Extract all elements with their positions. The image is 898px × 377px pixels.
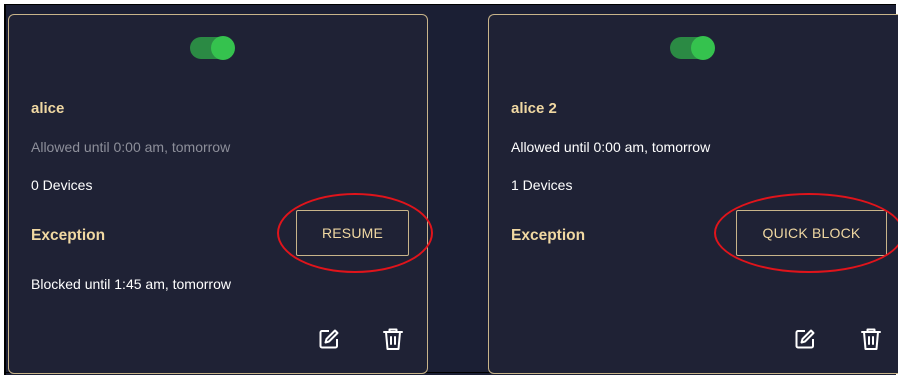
exception-label: Exception	[511, 227, 586, 244]
toggle-knob	[211, 36, 235, 60]
profile-toggle[interactable]	[190, 36, 235, 60]
profile-name: alice	[31, 100, 65, 117]
allowed-status: Allowed until 0:00 am, tomorrow	[31, 139, 231, 155]
toggle-knob	[691, 36, 715, 60]
left-border	[4, 4, 6, 375]
quick-block-button[interactable]: QUICK BLOCK	[736, 210, 887, 256]
trash-icon[interactable]	[380, 325, 406, 353]
top-border	[4, 4, 896, 5]
devices-count: 0 Devices	[31, 177, 93, 193]
profile-card: alice Allowed until 0:00 am, tomorrow 0 …	[8, 14, 433, 374]
profile-name: alice 2	[511, 100, 557, 117]
edit-icon[interactable]	[316, 325, 342, 353]
trash-icon[interactable]	[858, 325, 884, 353]
devices-count: 1 Devices	[511, 177, 573, 193]
edit-icon[interactable]	[792, 325, 818, 353]
profile-card: alice 2 Allowed until 0:00 am, tomorrow …	[488, 14, 898, 374]
blocked-status: Blocked until 1:45 am, tomorrow	[31, 276, 231, 292]
exception-label: Exception	[31, 227, 106, 244]
resume-button[interactable]: RESUME	[296, 210, 409, 256]
profile-toggle[interactable]	[670, 36, 715, 60]
allowed-status: Allowed until 0:00 am, tomorrow	[511, 139, 711, 155]
